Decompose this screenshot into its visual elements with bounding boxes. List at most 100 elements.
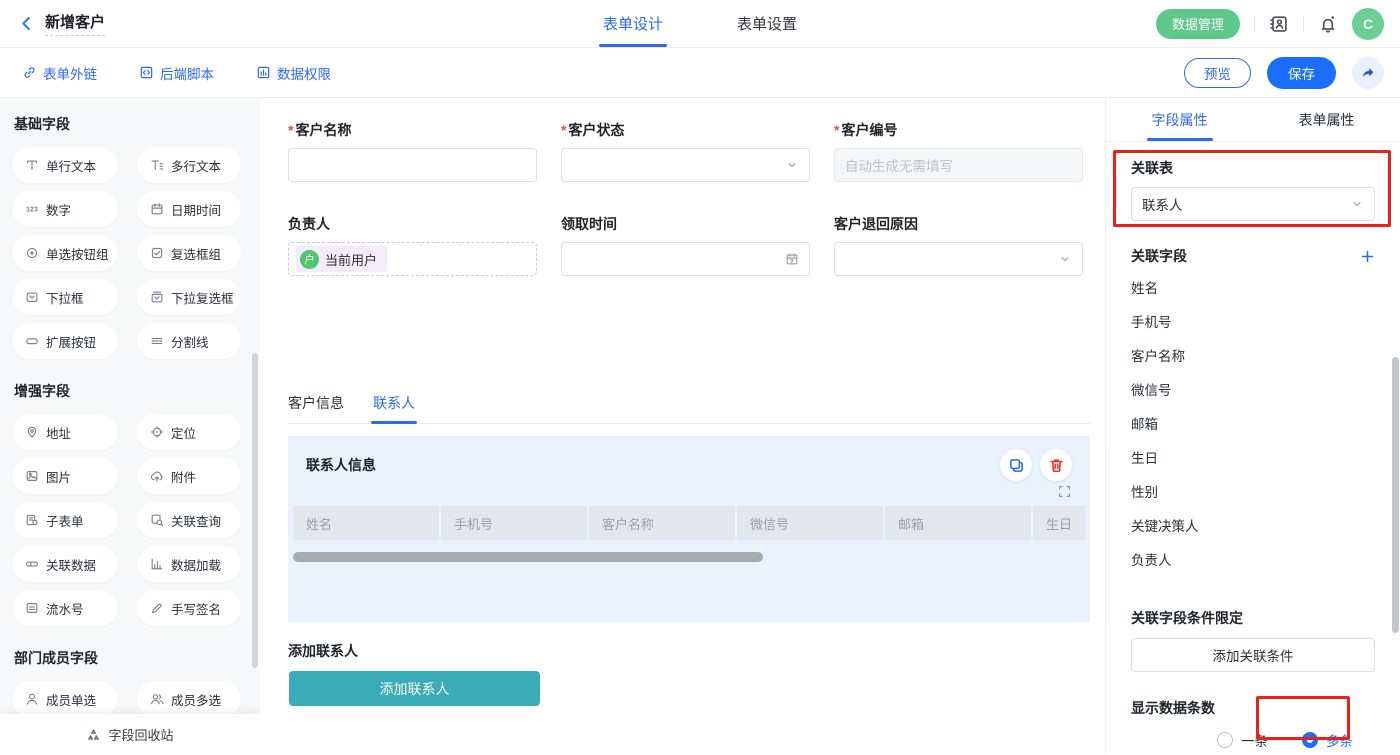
address-book-icon[interactable] bbox=[1269, 14, 1289, 34]
window-scrollbar[interactable] bbox=[1392, 357, 1399, 633]
add-field-plus-icon[interactable] bbox=[1360, 249, 1375, 264]
tab-contacts[interactable]: 联系人 bbox=[373, 393, 415, 423]
field-type-person[interactable]: 成员单选 bbox=[12, 681, 118, 714]
tab-form-properties[interactable]: 表单属性 bbox=[1253, 98, 1400, 141]
form-field-customer-number[interactable]: *客户编号 自动生成无需填写 bbox=[834, 120, 1083, 182]
field-type-dropdown[interactable]: 下拉框 bbox=[12, 279, 118, 315]
current-user-tag[interactable]: 户 当前用户 bbox=[296, 246, 387, 272]
field-type-attachment[interactable]: 附件 bbox=[137, 458, 241, 494]
toolbar-link-data-permission[interactable]: 数据权限 bbox=[256, 63, 331, 83]
field-type-label: 日期时间 bbox=[171, 200, 221, 219]
field-type-text[interactable]: 单行文本 bbox=[12, 147, 118, 183]
subform-horizontal-scrollbar[interactable] bbox=[293, 552, 763, 562]
field-type-data-load[interactable]: 数据加载 bbox=[137, 546, 241, 582]
form-field-return-reason[interactable]: 客户退回原因 bbox=[834, 214, 1083, 276]
field-type-textarea[interactable]: 多行文本 bbox=[137, 147, 241, 183]
related-field-item[interactable]: 性别 bbox=[1131, 474, 1375, 508]
divider bbox=[1254, 16, 1255, 32]
form-field-claim-time[interactable]: 领取时间 bbox=[561, 214, 810, 276]
preview-button[interactable]: 预览 bbox=[1184, 58, 1251, 88]
data-manage-button[interactable]: 数据管理 bbox=[1156, 9, 1240, 39]
field-type-checkbox[interactable]: 复选框组 bbox=[137, 235, 241, 271]
field-type-related-data[interactable]: 关联数据 bbox=[12, 546, 118, 582]
field-type-expand-button[interactable]: 扩展按钮 bbox=[12, 323, 118, 359]
field-type-subform[interactable]: 子表单 bbox=[12, 502, 118, 538]
sidebar-scrollbar[interactable] bbox=[252, 353, 258, 668]
related-table-select[interactable]: 联系人 bbox=[1131, 187, 1375, 221]
related-field-item[interactable]: 手机号 bbox=[1131, 304, 1375, 338]
duplicate-button[interactable] bbox=[1000, 449, 1032, 481]
related-field-item[interactable]: 邮箱 bbox=[1131, 406, 1375, 440]
radio-option-single[interactable]: 一条 bbox=[1217, 730, 1268, 750]
form-field-customer-status[interactable]: *客户状态 bbox=[561, 120, 810, 182]
share-button[interactable] bbox=[1352, 57, 1384, 89]
user-avatar[interactable]: C bbox=[1352, 8, 1384, 40]
related-field-item[interactable]: 客户名称 bbox=[1131, 338, 1375, 372]
tab-form-design[interactable]: 表单设计 bbox=[603, 0, 663, 47]
chevron-down-icon bbox=[785, 158, 799, 172]
dropdown-multi-icon bbox=[150, 290, 164, 304]
serial-icon bbox=[25, 601, 39, 615]
script-icon bbox=[139, 65, 154, 80]
notification-bell-icon[interactable] bbox=[1318, 14, 1338, 34]
field-type-label: 下拉复选框 bbox=[171, 288, 234, 307]
related-table-label: 关联表 bbox=[1131, 158, 1375, 178]
form-field-customer-name[interactable]: *客户名称 bbox=[288, 120, 537, 182]
toolbar-link-backend-script[interactable]: 后端脚本 bbox=[139, 63, 214, 83]
select-input[interactable] bbox=[561, 148, 810, 182]
field-type-label: 子表单 bbox=[46, 511, 84, 530]
field-type-signature[interactable]: 手写签名 bbox=[137, 590, 241, 626]
field-type-number[interactable]: 123数字 bbox=[12, 191, 118, 227]
tab-form-settings[interactable]: 表单设置 bbox=[737, 0, 797, 47]
related-field-item[interactable]: 关键决策人 bbox=[1131, 508, 1375, 542]
permission-icon bbox=[256, 65, 271, 80]
save-button[interactable]: 保存 bbox=[1267, 57, 1336, 89]
field-recycle-bin[interactable]: 字段回收站 bbox=[0, 714, 260, 754]
textarea-icon bbox=[150, 158, 164, 172]
radio-option-multi-selected[interactable]: 多条 bbox=[1302, 730, 1353, 750]
form-field-owner[interactable]: 负责人 户 当前用户 bbox=[288, 214, 537, 276]
radio-label: 多条 bbox=[1326, 730, 1353, 750]
text-icon bbox=[25, 158, 39, 172]
text-input[interactable] bbox=[288, 148, 537, 182]
properties-tabs: 字段属性 表单属性 bbox=[1106, 98, 1400, 142]
back-icon[interactable] bbox=[18, 15, 35, 32]
field-type-related-query[interactable]: 关联查询 bbox=[137, 502, 241, 538]
display-count-label: 显示数据条数 bbox=[1131, 698, 1375, 718]
tab-customer-info[interactable]: 客户信息 bbox=[288, 393, 344, 423]
field-type-divider[interactable]: 分割线 bbox=[137, 323, 241, 359]
field-type-label: 定位 bbox=[171, 423, 196, 442]
field-type-address[interactable]: 地址 bbox=[12, 414, 118, 450]
add-contact-button[interactable]: 添加联系人 bbox=[289, 671, 540, 706]
date-input[interactable] bbox=[561, 242, 810, 276]
field-type-radio[interactable]: 单选按钮组 bbox=[12, 235, 118, 271]
select-input[interactable] bbox=[834, 242, 1083, 276]
page-title[interactable]: 新增客户 bbox=[45, 11, 105, 36]
address-icon bbox=[25, 425, 39, 439]
member-select-input[interactable]: 户 当前用户 bbox=[288, 242, 537, 276]
disabled-text-input: 自动生成无需填写 bbox=[834, 148, 1083, 182]
related-field-item[interactable]: 负责人 bbox=[1131, 542, 1375, 576]
related-field-item[interactable]: 姓名 bbox=[1131, 270, 1375, 304]
field-type-datetime[interactable]: 日期时间 bbox=[137, 191, 241, 227]
toolbar-link-external[interactable]: 表单外链 bbox=[22, 63, 97, 83]
field-type-serial[interactable]: 流水号 bbox=[12, 590, 118, 626]
related-field-item[interactable]: 微信号 bbox=[1131, 372, 1375, 406]
related-field-item[interactable]: 生日 bbox=[1131, 440, 1375, 474]
field-type-persons[interactable]: 成员多选 bbox=[137, 681, 241, 714]
field-label: 客户退回原因 bbox=[834, 214, 1083, 234]
input-placeholder: 自动生成无需填写 bbox=[845, 155, 953, 175]
field-type-image[interactable]: 图片 bbox=[12, 458, 118, 494]
radio-circle-icon bbox=[1217, 732, 1233, 748]
field-type-label: 图片 bbox=[46, 467, 71, 486]
add-contact-label: 添加联系人 bbox=[288, 641, 1083, 661]
subform-panel[interactable]: 联系人信息 姓名手机号客户名称微信号邮箱生日 bbox=[288, 436, 1090, 622]
field-type-locate[interactable]: 定位 bbox=[137, 414, 241, 450]
delete-button[interactable] bbox=[1040, 449, 1072, 481]
toolbar-link-label: 后端脚本 bbox=[160, 63, 214, 83]
field-type-label: 地址 bbox=[46, 423, 71, 442]
tab-field-properties[interactable]: 字段属性 bbox=[1106, 98, 1253, 141]
add-condition-button[interactable]: 添加关联条件 bbox=[1131, 638, 1375, 672]
field-type-dropdown-multi[interactable]: 下拉复选框 bbox=[137, 279, 241, 315]
selection-frame-icon[interactable] bbox=[1057, 484, 1072, 502]
